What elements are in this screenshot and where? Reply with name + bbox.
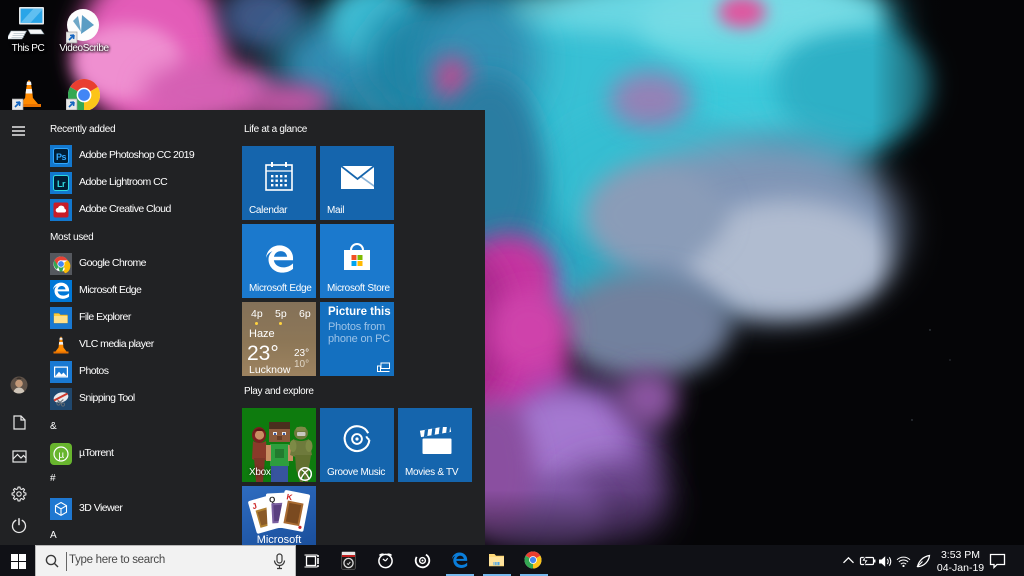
svg-text:µ: µ <box>58 450 64 461</box>
svg-text:Lr: Lr <box>57 179 66 189</box>
svg-text:Q: Q <box>269 495 276 504</box>
svg-text:Ps: Ps <box>56 152 66 162</box>
